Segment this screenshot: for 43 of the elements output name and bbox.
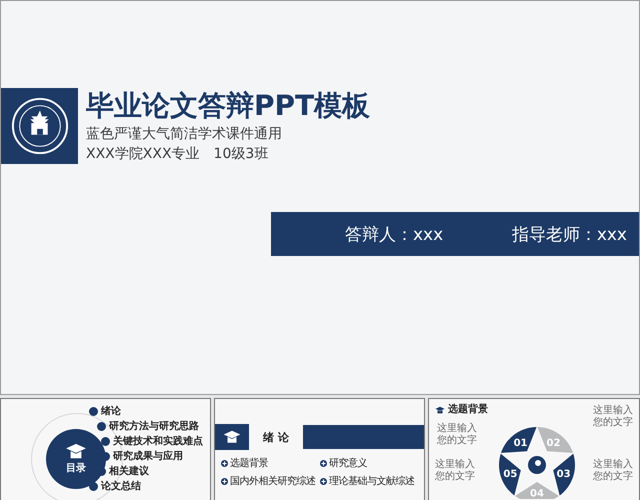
- plus-circle-icon: [320, 460, 327, 466]
- step-caption: 这里输入您的文字: [437, 423, 478, 447]
- university-emblem-icon: [10, 97, 68, 155]
- topic-item: 理论基础与文献综述: [329, 474, 414, 488]
- circle-icon: [101, 437, 110, 446]
- toc-item: 研究方法与研究思路: [109, 420, 199, 433]
- step-caption: 这里输入您的文字: [593, 405, 634, 429]
- slide-thumbnail[interactable]: 选题背景 01 02 03 04 05 这里输入您的文字 这里输入您的文字 这里输入您的文字 这里输入您的文字: [428, 398, 640, 500]
- topic-item: 国内外相关研究综述: [230, 474, 316, 488]
- toc-item: 论文总结: [101, 480, 141, 493]
- slide-thumbnail[interactable]: 目录 绪论 研究方法与研究思路 关键技术和实践难点 研究成果与应用 相关建议 论文总结: [0, 398, 211, 500]
- advisor-label: 指导老师：xxx: [512, 224, 627, 246]
- topic-item: 研究意义: [329, 456, 367, 470]
- step-caption: 这里输入您的文字: [435, 459, 476, 483]
- graduation-cap-icon: [223, 430, 241, 444]
- class-info: XXX学院XXX专业 10级3班: [86, 145, 270, 164]
- graduation-cap-icon: [65, 443, 87, 461]
- plus-circle-icon: [221, 478, 228, 484]
- head-lightbulb-icon: [528, 456, 546, 474]
- toc-item: 相关建议: [109, 465, 149, 478]
- step-number: 03: [556, 469, 571, 480]
- step-number: 05: [503, 469, 518, 480]
- circle-icon: [89, 407, 98, 416]
- toc-label: 目录: [66, 462, 86, 475]
- slide-subtitle: 蓝色严谨大气简洁学术课件通用: [86, 125, 283, 144]
- section-title: 绪 论: [262, 430, 290, 444]
- presenter-label: 答辩人：xxx: [345, 224, 444, 246]
- step-number: 02: [546, 438, 560, 449]
- toc-item: 绪论: [101, 405, 121, 418]
- step-number: 01: [514, 438, 528, 449]
- step-number: 04: [530, 488, 544, 499]
- slide-heading: 选题背景: [448, 404, 488, 416]
- slide-thumbnail[interactable]: 绪 论 选题背景 研究意义 国内外相关研究综述 理论基础与文献综述: [214, 398, 425, 500]
- slide-title: 毕业论文答辩PPT模板: [86, 88, 370, 124]
- toc-item: 关键技术和实践难点: [113, 435, 203, 448]
- plus-circle-icon: [221, 460, 228, 466]
- topic-item: 选题背景: [230, 456, 268, 470]
- plus-circle-icon: [320, 478, 327, 484]
- step-caption: 这里输入您的文字: [593, 459, 634, 483]
- graduation-cap-icon: [435, 406, 445, 414]
- circle-icon: [97, 422, 106, 431]
- circle-icon: [89, 482, 98, 491]
- toc-item: 研究成果与应用: [113, 450, 183, 463]
